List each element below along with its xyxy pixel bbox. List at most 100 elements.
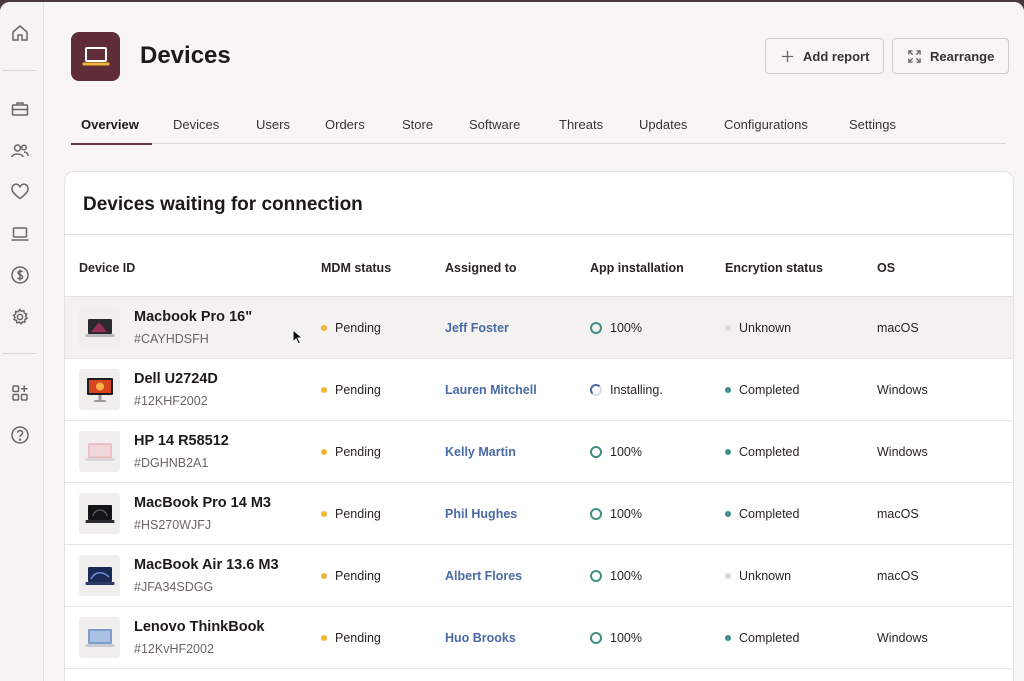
device-thumbnail (79, 555, 120, 596)
assigned-user-link[interactable]: Phil Hughes (445, 507, 517, 521)
assigned-user-link[interactable]: Kelly Martin (445, 445, 516, 459)
mdm-status-label: Pending (335, 631, 381, 645)
os-label: Windows (877, 631, 928, 645)
encryption-status-label: Completed (739, 507, 800, 521)
encryption-status-label: Completed (739, 383, 800, 397)
assigned-to: Phil Hughes (445, 507, 517, 521)
add-report-button[interactable]: Add report (765, 38, 885, 74)
assigned-to: Jeff Foster (445, 321, 509, 335)
mouse-cursor-icon (292, 329, 304, 345)
device-thumbnail (79, 617, 120, 658)
device-thumbnail (79, 493, 120, 534)
assigned-user-link[interactable]: Jeff Foster (445, 321, 509, 335)
device-name[interactable]: Dell U2724D (134, 371, 218, 387)
rearrange-label: Rearrange (930, 48, 995, 64)
heart-icon[interactable] (9, 181, 31, 203)
device-name[interactable]: MacBook Air 13.6 M3 (134, 557, 279, 573)
users-icon[interactable] (9, 140, 31, 162)
mdm-status-label: Pending (335, 569, 381, 583)
tab-settings[interactable]: Settings (849, 106, 896, 144)
table-row[interactable]: MacBook Air 13.6 M3 #JFA34SDGG Pending Albe… (65, 545, 1013, 607)
app-installation: 100% (590, 631, 642, 645)
table-row[interactable]: Lenovo ThinkBook #12KvHF2002 Pending Huo Br… (65, 607, 1013, 669)
sidebar-divider (2, 353, 36, 354)
os-label: macOS (877, 507, 919, 521)
tab-threats[interactable]: Threats (559, 106, 603, 144)
mdm-status-label: Pending (335, 445, 381, 459)
tab-users[interactable]: Users (256, 106, 290, 144)
table-row[interactable]: HP 14 R58512 #DGHNB2A1 Pending Kelly Martin… (65, 421, 1013, 483)
tab-orders[interactable]: Orders (325, 106, 365, 144)
device-id: #CAYHDSFH (134, 332, 209, 346)
status-dot-icon (725, 635, 731, 641)
tab-software[interactable]: Software (469, 106, 520, 144)
status-dot-icon (321, 387, 327, 393)
mdm-status: Pending (321, 445, 381, 459)
device-name[interactable]: HP 14 R58512 (134, 433, 229, 449)
column-header-app-installation[interactable]: App installation (590, 261, 684, 275)
help-icon[interactable] (9, 424, 31, 446)
rearrange-button[interactable]: Rearrange (892, 38, 1010, 74)
status-dot-icon (725, 573, 731, 579)
os-label: macOS (877, 569, 919, 583)
app-installation: 100% (590, 507, 642, 521)
device-id: #HS270WJFJ (134, 518, 212, 532)
loading-spinner-icon (590, 384, 602, 396)
status-dot-icon (321, 449, 327, 455)
briefcase-icon[interactable] (9, 98, 31, 120)
column-header-encryption-status[interactable]: Encrytion status (725, 261, 823, 275)
device-id: #DGHNB2A1 (134, 456, 209, 470)
column-header-os[interactable]: OS (877, 261, 895, 275)
encryption-status: Unknown (725, 569, 791, 583)
table-row[interactable]: Macbook Pro 16" #CAYHDSFH Pending Jeff Fost… (65, 297, 1013, 359)
tab-store[interactable]: Store (402, 106, 433, 144)
progress-ring-icon (590, 322, 602, 334)
assigned-user-link[interactable]: Albert Flores (445, 569, 522, 583)
main-content: Devices Add report Rearrange Overview De… (44, 2, 1024, 681)
column-header-device-id[interactable]: Device ID (79, 261, 135, 275)
app-window: Devices Add report Rearrange Overview De… (0, 2, 1024, 681)
column-header-assigned-to[interactable]: Assigned to (445, 261, 517, 275)
os-label: Windows (877, 383, 928, 397)
assigned-user-link[interactable]: Huo Brooks (445, 631, 516, 645)
os: Windows (877, 631, 928, 645)
mdm-status-label: Pending (335, 321, 381, 335)
tab-bar: Overview Devices Users Orders Store Soft… (71, 106, 1006, 145)
os-label: macOS (877, 321, 919, 335)
assigned-user-link[interactable]: Lauren Mitchell (445, 383, 537, 397)
table-row[interactable]: Dell U2724D #12KHF2002 Pending Lauren Mitch… (65, 359, 1013, 421)
page-title: Devices (140, 42, 231, 69)
laptop-icon[interactable] (9, 223, 31, 245)
tab-overview[interactable]: Overview (71, 106, 152, 145)
app-installation-label: 100% (610, 631, 642, 645)
device-name[interactable]: Macbook Pro 16" (134, 309, 252, 325)
dollar-icon[interactable] (9, 264, 31, 286)
mdm-status-label: Pending (335, 383, 381, 397)
encryption-status: Unknown (725, 321, 791, 335)
mdm-status: Pending (321, 507, 381, 521)
tab-devices[interactable]: Devices (173, 106, 219, 144)
app-logo (71, 32, 120, 81)
table-row[interactable]: MacBook Pro 14 M3 #HS270WJFJ Pending Phil H… (65, 483, 1013, 545)
expand-icon (908, 49, 921, 63)
device-name[interactable]: Lenovo ThinkBook (134, 619, 265, 635)
mdm-status: Pending (321, 631, 381, 645)
assigned-to: Lauren Mitchell (445, 383, 537, 397)
tab-updates[interactable]: Updates (639, 106, 687, 144)
gear-icon[interactable] (9, 306, 31, 328)
progress-ring-icon (590, 632, 602, 644)
progress-ring-icon (590, 508, 602, 520)
encryption-status-label: Unknown (739, 569, 792, 583)
device-name[interactable]: MacBook Pro 14 M3 (134, 495, 271, 511)
tab-configurations[interactable]: Configurations (724, 106, 808, 144)
app-installation-label: 100% (610, 321, 642, 335)
apps-add-icon[interactable] (9, 382, 31, 404)
column-header-mdm-status[interactable]: MDM status (321, 261, 391, 275)
encryption-status-label: Completed (739, 445, 800, 459)
plus-icon (781, 50, 794, 62)
sidebar (0, 2, 44, 681)
device-id: #12KHF2002 (134, 394, 208, 408)
home-icon[interactable] (9, 22, 31, 44)
os: macOS (877, 321, 919, 335)
app-installation: Installing. (590, 383, 663, 397)
